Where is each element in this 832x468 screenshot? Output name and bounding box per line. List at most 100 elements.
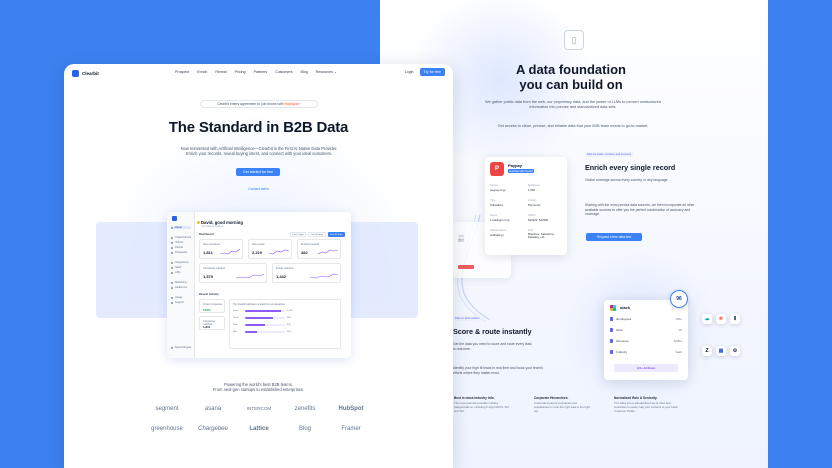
range-30-days[interactable]: Last 30 days (308, 232, 326, 237)
contact-sales-link[interactable]: Contact sales (64, 187, 453, 191)
nav-link-enrich[interactable]: Enrich (197, 70, 207, 74)
paypay-logo: P (490, 162, 504, 176)
range-7-days[interactable]: Last 7 days (290, 232, 307, 237)
sidebar-item-apis[interactable]: APIs (171, 271, 180, 274)
sparkline (318, 249, 338, 255)
customer-logo-hubspot: HubSpot (338, 406, 364, 412)
nav-link-reveal[interactable]: Reveal (215, 70, 226, 74)
background-card-text: スペ 会社 (458, 234, 465, 242)
dashboard-section-title: Dashboard (199, 232, 214, 236)
sidebar-item-audiences[interactable]: Audiences (171, 286, 187, 289)
dashboard-preview: Home Organizations Visitors People Prosp… (167, 212, 351, 358)
zendesk-icon: Z (702, 346, 712, 356)
score-title: Score & route instantly (453, 327, 532, 336)
hero-title: The Standard in B2B Data (168, 119, 349, 136)
sidebar-item-slack[interactable]: Slack (171, 266, 181, 269)
customer-logo-zenefits: zenefits (294, 406, 316, 412)
score-text-1: Get the data you need to score and route… (453, 342, 533, 351)
sidebar-item-integrations[interactable]: Integrations (171, 261, 189, 264)
score-tag: Data on what matters (453, 316, 482, 321)
feature-hierarchies: Corporate Hierarchies. Understand parent… (534, 396, 590, 413)
attributes-button[interactable]: 100+ Attributes (614, 364, 678, 372)
hubspot-brand: HubSpot (284, 102, 299, 106)
sidebar-item-home[interactable]: Home (171, 226, 191, 229)
reveal-bar-row: Ads 300 (233, 331, 291, 333)
nav-link-partners[interactable]: Partners (254, 70, 268, 74)
clearbit-logo-icon (172, 216, 177, 221)
reveal-bar-chart-label: Top Clearbit pathways to leads for our c… (233, 303, 285, 306)
hero-subtitle: Now reinvented with Artificial Intellige… (180, 146, 338, 157)
checkbox-icon (610, 350, 614, 354)
hubspot-icon: ✱ (716, 314, 726, 324)
gear-icon: ⚙ (730, 346, 740, 356)
feature-roles: Normalized Role & Seniority. Turn titles… (614, 396, 678, 413)
field-label: Parent (490, 214, 498, 217)
checkbox-icon (610, 317, 614, 321)
field-value: Payments (528, 203, 541, 207)
checkbox-icon (610, 339, 614, 343)
enrich-tag: Data for leads, contacts, and accounts (585, 152, 634, 157)
customer-logo-segment: segment (155, 406, 179, 412)
nav-link-prospect[interactable]: Prospect (175, 70, 189, 74)
clearbit-logo-icon (72, 69, 79, 77)
nav-link-customers[interactable]: Customers (275, 70, 292, 74)
background-card-bar (458, 265, 474, 269)
sidebar-item-usage[interactable]: Usage (171, 296, 183, 299)
top-nav: Clearbit Prospect Enrich Reveal Pricing … (64, 64, 453, 82)
sparkline (269, 249, 289, 255)
get-started-button[interactable]: Get started for free (236, 168, 280, 176)
arrow-right-icon: › (299, 102, 301, 106)
salesforce-icon: ☁ (702, 314, 712, 324)
field-value: 522320, 522390 (528, 218, 549, 222)
nav-link-resources[interactable]: Resources ⌄ (316, 70, 337, 74)
date-range-toggle: Last 7 days Last 30 days Last 90 days (290, 232, 345, 237)
try-for-free-button[interactable]: Try for free (419, 68, 445, 76)
reveal-bar-row: Web 600 (233, 324, 291, 326)
field-value: Braintree, Salesforce, Datadog, +11 (528, 232, 555, 240)
reveal-bar-row: Email 1,200 (233, 310, 293, 312)
customer-logo-asana: asana (204, 406, 222, 412)
announcement-pill[interactable]: Clearbit enters agreement to join forces… (200, 100, 318, 108)
sidebar-item-prospector[interactable]: Prospector (171, 251, 188, 254)
sidebar-item-people[interactable]: People (171, 246, 183, 249)
stat-card: New people 2,219 (248, 239, 292, 259)
nav-actions: Login Try for free (405, 68, 445, 76)
user-profile[interactable]: David Morgan (171, 346, 191, 349)
enrich-title: Enrich every single record (585, 163, 676, 172)
stat-card: Enriched records 482 (297, 239, 341, 259)
customer-logos: segment asana INTERCOM zenefits HubSpot … (144, 406, 374, 432)
customer-logo-greenhouse: greenhouse (151, 426, 183, 432)
blue-background-right (768, 0, 832, 468)
sidebar-item-support[interactable]: Support (171, 301, 184, 304)
brand-logo[interactable]: Clearbit (72, 69, 99, 77)
range-90-days[interactable]: Last 90 days (327, 232, 345, 237)
slack-title: slack (620, 305, 631, 310)
field-label: NAICS (528, 214, 536, 217)
feature-subtitle: We gather public data from the web, our … (485, 100, 661, 109)
customer-logo-blog: Blog (298, 426, 311, 432)
company-name: Paypay (508, 163, 523, 168)
sidebar-item-visitors[interactable]: Visitors (171, 241, 183, 244)
field-value: softbank.jp (490, 233, 504, 237)
field-value: z-holdings.co.jp (490, 218, 510, 222)
field-label: Type (490, 199, 496, 202)
stat-card: New companies 1,811 (199, 239, 243, 259)
sparkline (220, 248, 240, 255)
sidebar-item-organizations[interactable]: Organizations (171, 236, 191, 239)
stat-card: People matched 1,442 (272, 263, 341, 283)
enrich-text-1: Global coverage across every country, in… (585, 178, 669, 182)
sparkline (310, 273, 338, 279)
dashboard-sidebar: Home Organizations Visitors People Prosp… (167, 212, 195, 358)
slack-attribute-row: Revenue $10M+ (610, 339, 682, 343)
nav-link-blog[interactable]: Blog (301, 70, 308, 74)
dashboard-greeting-sub: Your data at a glance (201, 225, 224, 228)
reveal-bar-row: SaaS 900 (233, 317, 291, 319)
checkbox-icon (610, 328, 614, 332)
nav-link-pricing[interactable]: Pricing (235, 70, 246, 74)
field-label: Domain (490, 184, 499, 187)
request-data-test-button[interactable]: Request a free data test (586, 233, 642, 241)
login-link[interactable]: Login (405, 70, 414, 74)
reveal-stat-card: Companies matched 1,811 (199, 316, 225, 330)
sidebar-item-marketing[interactable]: Marketing (171, 281, 186, 284)
slack-routing-card: slack Employees 500+ Role VP Revenue $10M+ … (604, 300, 688, 380)
